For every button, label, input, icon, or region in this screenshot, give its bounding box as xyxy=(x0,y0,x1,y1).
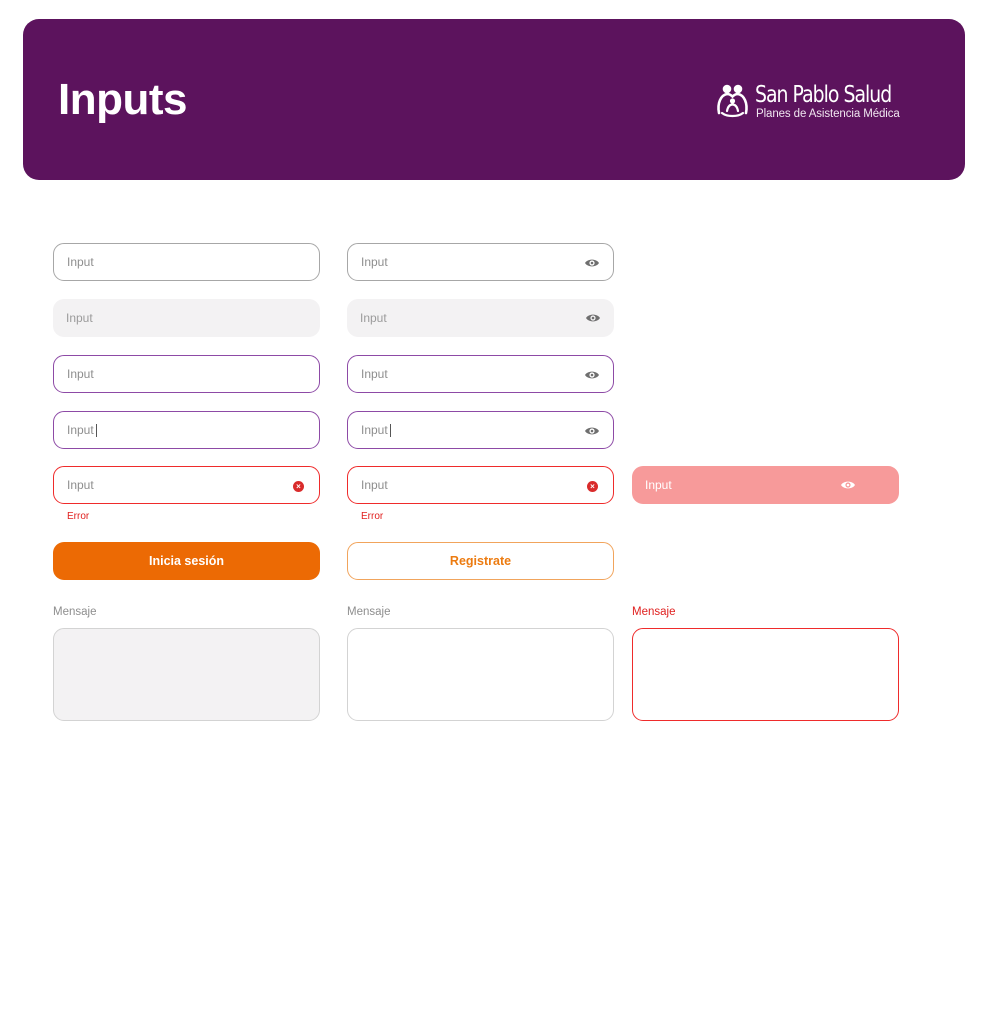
input-typing[interactable]: Input xyxy=(53,411,320,449)
brand-name: San Pablo Salud xyxy=(755,82,892,108)
error-x-icon[interactable]: × xyxy=(293,481,304,492)
message-textarea-disabled xyxy=(53,628,320,721)
eye-icon[interactable] xyxy=(840,478,856,492)
input-placeholder: Input xyxy=(67,255,94,269)
login-button[interactable]: Inicia sesión xyxy=(53,542,320,580)
message-textarea-error[interactable] xyxy=(632,628,899,721)
password-input-error-filled[interactable]: Input xyxy=(632,466,899,504)
password-input-disabled: Input xyxy=(347,299,614,337)
input-default[interactable]: Input xyxy=(53,243,320,281)
eye-icon[interactable] xyxy=(584,424,600,438)
eye-icon[interactable] xyxy=(584,368,600,382)
input-placeholder: Input xyxy=(67,423,94,437)
input-error[interactable]: Input × xyxy=(53,466,320,504)
page-title: Inputs xyxy=(58,75,187,124)
input-placeholder: Input xyxy=(360,311,387,325)
error-x-icon[interactable]: × xyxy=(587,481,598,492)
text-cursor xyxy=(95,423,97,437)
textarea-label: Mensaje xyxy=(53,606,97,618)
password-input-default[interactable]: Input xyxy=(347,243,614,281)
input-disabled: Input xyxy=(53,299,320,337)
password-input-error[interactable]: Input × xyxy=(347,466,614,504)
input-placeholder: Input xyxy=(67,367,94,381)
password-input-typing[interactable]: Input xyxy=(347,411,614,449)
input-placeholder: Input xyxy=(361,423,388,437)
input-placeholder: Input xyxy=(66,311,93,325)
message-textarea-default[interactable] xyxy=(347,628,614,721)
error-message: Error xyxy=(361,511,384,522)
text-cursor xyxy=(389,423,391,437)
header-banner: Inputs San Pablo Salud Planes de Asisten… xyxy=(23,19,965,180)
textarea-label-error: Mensaje xyxy=(632,606,676,618)
error-message: Error xyxy=(67,511,90,522)
input-focus[interactable]: Input xyxy=(53,355,320,393)
family-people-icon xyxy=(717,84,748,118)
input-placeholder: Input xyxy=(361,255,388,269)
brand-tagline: Planes de Asistencia Médica xyxy=(756,108,900,120)
brand-logo: San Pablo Salud Planes de Asistencia Méd… xyxy=(715,82,915,123)
eye-icon xyxy=(586,314,600,322)
register-button[interactable]: Registrate xyxy=(347,542,614,580)
textarea-label: Mensaje xyxy=(347,606,391,618)
input-placeholder: Input xyxy=(361,478,388,492)
password-input-focus[interactable]: Input xyxy=(347,355,614,393)
input-placeholder: Input xyxy=(67,478,94,492)
input-placeholder: Input xyxy=(361,367,388,381)
input-placeholder: Input xyxy=(645,478,672,492)
eye-icon[interactable] xyxy=(584,256,600,270)
